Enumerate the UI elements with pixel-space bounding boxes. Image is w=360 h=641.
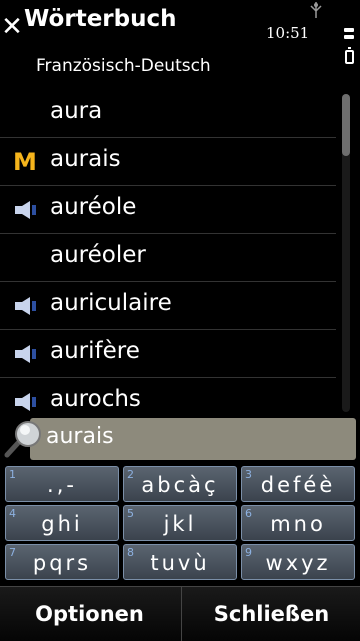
list-item[interactable]: auriculaire — [0, 282, 336, 330]
virtual-keypad: 1 .,- 2 abcàç 3 deféè 4 ghi 5 jkl 6 mno … — [0, 464, 360, 586]
list-item[interactable]: M aurais — [0, 138, 336, 186]
softkey-bar: Optionen Schließen — [0, 586, 360, 641]
list-item[interactable]: aura — [0, 90, 336, 138]
key-6[interactable]: 6 mno — [241, 505, 355, 541]
list-scrollbar[interactable] — [342, 94, 350, 412]
antenna-icon — [310, 2, 322, 18]
clock: 10:51 — [266, 24, 310, 42]
key-8[interactable]: 8 tuvù — [123, 544, 237, 580]
key-characters: .,- — [47, 473, 77, 497]
options-softkey[interactable]: Optionen — [0, 587, 179, 641]
key-characters: ghi — [41, 512, 83, 536]
key-characters: jkl — [163, 512, 197, 536]
m-icon: M — [13, 148, 37, 176]
speaker-icon — [15, 201, 36, 219]
word-label: aura — [50, 98, 103, 124]
list-item[interactable]: auréoler — [0, 234, 336, 282]
key-characters: abcàç — [141, 473, 219, 497]
close-icon[interactable]: ✕ — [0, 12, 24, 42]
speaker-icon — [15, 393, 36, 411]
word-list: aura M aurais auréole auréoler auriculai… — [0, 90, 336, 414]
key-characters: deféè — [260, 473, 336, 497]
word-label: auréole — [50, 194, 137, 220]
key-characters: wxyz — [265, 551, 331, 575]
key-characters: pqrs — [32, 551, 92, 575]
dictionary-language-pair: Französisch-Deutsch — [36, 56, 211, 76]
key-1[interactable]: 1 .,- — [5, 466, 119, 502]
app-title: Wörterbuch — [24, 6, 177, 32]
speaker-icon — [15, 345, 36, 363]
search-input-value: aurais — [46, 424, 114, 449]
scroll-thumb[interactable] — [342, 94, 350, 156]
key-characters: mno — [270, 512, 326, 536]
list-item[interactable]: aurochs — [0, 378, 336, 414]
speaker-icon — [15, 297, 36, 315]
list-item[interactable]: auréole — [0, 186, 336, 234]
list-item[interactable]: aurifère — [0, 330, 336, 378]
key-7[interactable]: 7 pqrs — [5, 544, 119, 580]
word-label: aurochs — [50, 386, 141, 412]
search-input[interactable]: aurais — [30, 418, 356, 460]
close-softkey[interactable]: Schließen — [181, 587, 360, 641]
key-3[interactable]: 3 deféè — [241, 466, 355, 502]
key-5[interactable]: 5 jkl — [123, 505, 237, 541]
word-label: auréoler — [50, 242, 146, 268]
key-4[interactable]: 4 ghi — [5, 505, 119, 541]
search-icon — [4, 421, 41, 458]
title-bar: ✕ Wörterbuch Französisch-Deutsch 10:51 — [0, 0, 360, 88]
battery-icon — [345, 47, 354, 64]
key-2[interactable]: 2 abcàç — [123, 466, 237, 502]
key-9[interactable]: 9 wxyz — [241, 544, 355, 580]
key-characters: tuvù — [150, 551, 210, 575]
word-label: aurais — [50, 146, 121, 172]
word-label: auriculaire — [50, 290, 172, 316]
word-label: aurifère — [50, 338, 140, 364]
